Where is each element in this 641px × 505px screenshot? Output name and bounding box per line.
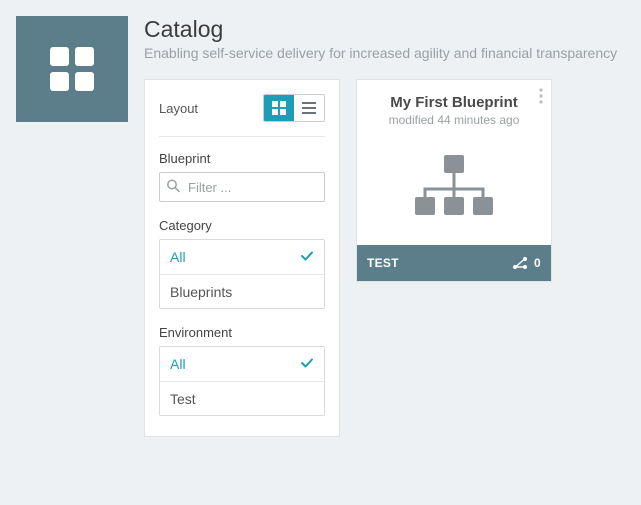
card-footer-label: TEST <box>367 256 399 270</box>
hierarchy-icon <box>409 151 499 221</box>
option-label: All <box>170 249 186 265</box>
option-label: All <box>170 356 186 372</box>
option-label: Test <box>170 391 196 407</box>
card-menu-button[interactable] <box>539 88 543 109</box>
check-icon <box>300 356 314 373</box>
page-title: Catalog <box>144 16 629 43</box>
share-icon <box>512 256 528 270</box>
blueprint-section-label: Blueprint <box>159 151 325 166</box>
grid-icon <box>272 101 286 115</box>
blueprint-card[interactable]: My First Blueprint modified 44 minutes a… <box>356 79 552 282</box>
layout-list-button[interactable] <box>294 95 324 121</box>
check-icon <box>300 249 314 266</box>
environment-option-test[interactable]: Test <box>160 381 324 415</box>
layout-toggle <box>263 94 325 122</box>
layout-label: Layout <box>159 101 198 116</box>
page-subtitle: Enabling self-service delivery for incre… <box>144 45 629 61</box>
environment-option-all[interactable]: All <box>160 347 324 381</box>
layout-grid-button[interactable] <box>264 95 294 121</box>
kebab-icon <box>539 88 543 104</box>
category-section-label: Category <box>159 218 325 233</box>
card-footer-count: 0 <box>534 256 541 270</box>
environment-section-label: Environment <box>159 325 325 340</box>
card-footer: TEST 0 <box>357 245 551 281</box>
environment-option-list: All Test <box>159 346 325 416</box>
category-option-blueprints[interactable]: Blueprints <box>160 274 324 308</box>
grid-icon <box>46 43 98 95</box>
blueprint-filter-input[interactable] <box>159 172 325 202</box>
category-option-all[interactable]: All <box>160 240 324 274</box>
card-title: My First Blueprint <box>369 94 539 111</box>
card-subtitle: modified 44 minutes ago <box>369 113 539 127</box>
blueprint-graphic <box>369 141 539 231</box>
filter-panel: Layout <box>144 79 340 437</box>
category-option-list: All Blueprints <box>159 239 325 309</box>
list-icon <box>302 102 316 114</box>
option-label: Blueprints <box>170 284 232 300</box>
catalog-app-icon <box>16 16 128 122</box>
